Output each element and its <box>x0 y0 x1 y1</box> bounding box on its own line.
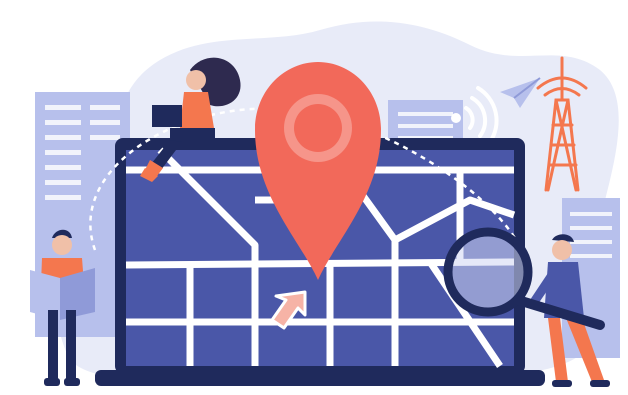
laptop-base <box>95 370 545 386</box>
illustration-canvas <box>0 0 628 395</box>
location-illustration <box>30 21 620 387</box>
